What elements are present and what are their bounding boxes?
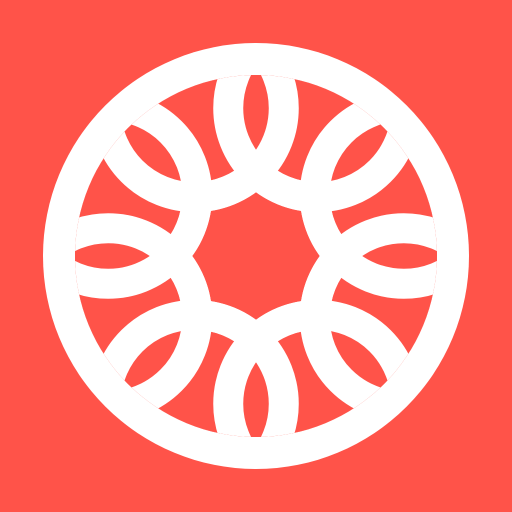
rosette-logo-icon: [0, 0, 512, 512]
app-icon: [0, 0, 512, 512]
center-hole: [192, 192, 320, 320]
